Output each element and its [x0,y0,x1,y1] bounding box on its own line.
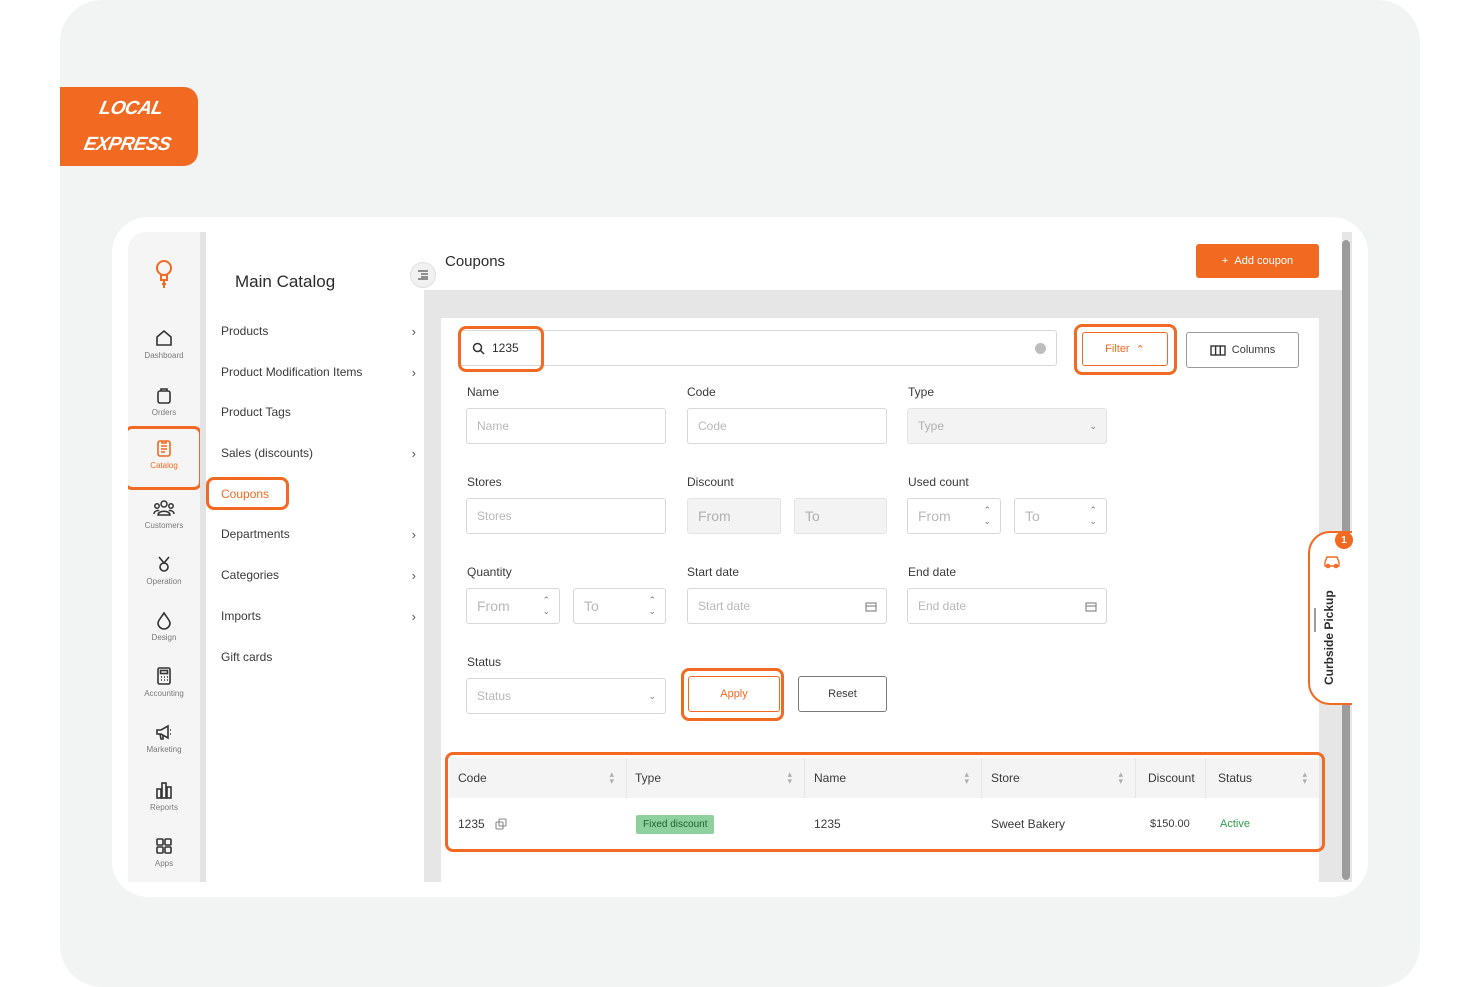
discount-from-field[interactable]: From [687,498,781,534]
collapse-menu-icon [418,270,428,280]
used-count-from-stepper[interactable]: From ⌃ ⌄ [907,498,1001,534]
rail-item-customers[interactable]: Customers [128,498,200,530]
search-input[interactable]: 1235 [459,330,1057,366]
collapse-sidenav-button[interactable] [410,262,436,288]
home-icon [156,329,172,346]
clear-search-icon[interactable] [1035,343,1046,354]
chevron-down-icon: ⌄ [648,690,656,701]
status-select[interactable]: Status ⌄ [466,678,666,714]
chevron-right-icon: › [411,445,416,461]
used-count-label: Used count [908,475,969,489]
sidenav-item-product-tags[interactable]: Product Tags [221,402,416,422]
quantity-label: Quantity [467,565,512,579]
calculator-icon [157,667,171,685]
sidenav-item-departments[interactable]: Departments › [221,524,416,544]
calendar-icon [1085,602,1097,612]
calendar-icon [865,602,877,612]
reset-button[interactable]: Reset [798,676,887,712]
page-title: Coupons [445,253,506,270]
name-field[interactable]: Name [466,408,666,444]
coupons-highlight [206,477,289,510]
brand-logo: LOCAL EXPRESS [60,87,198,166]
reports-icon [156,782,172,799]
stores-field[interactable]: Stores [466,498,666,534]
discount-label: Discount [687,475,734,489]
rail-item-apps[interactable]: Apps [128,836,200,868]
sidenav-title: Main Catalog [235,272,336,291]
catalog-sidenav: Main Catalog Products › Product Modificat… [206,232,424,882]
main-content: Coupons + Add coupon 1235 Filter ⌃ Columns… [424,232,1352,882]
page-header: Coupons + Add coupon [424,232,1342,290]
end-date-label: End date [908,565,957,579]
rail-item-accounting[interactable]: Accounting [128,666,200,698]
operation-icon [158,556,170,572]
sidenav-item-sales[interactable]: Sales (discounts) › [221,443,416,463]
chevron-right-icon: › [411,567,416,583]
coupons-panel: 1235 Filter ⌃ Columns Name Name Code Code… [441,318,1325,882]
sidenav-item-product-modification-items[interactable]: Product Modification Items › [221,362,416,382]
rail-item-dashboard[interactable]: Dashboard [128,328,200,360]
stepper-arrows-icon[interactable]: ⌃ ⌄ [542,589,550,623]
apply-highlight [681,668,784,721]
rail-item-marketing[interactable]: Marketing [128,722,200,754]
bulb-logo-icon [156,260,172,288]
curbside-label: Curbside Pickup [1322,590,1336,686]
catalog-highlight [128,426,202,490]
icon-rail: Dashboard Orders Catalog Customers Opera… [128,232,202,882]
discount-to-field[interactable]: To [794,498,887,534]
customers-icon [153,500,175,516]
curbside-pickup-tab[interactable]: 1 Curbside Pickup [1308,531,1353,705]
quantity-from-stepper[interactable]: From ⌃ ⌄ [466,588,560,624]
drag-handle[interactable] [1314,608,1316,632]
stepper-arrows-icon[interactable]: ⌃ ⌄ [648,589,656,623]
chevron-right-icon: › [411,323,416,339]
stepper-arrows-icon[interactable]: ⌃ ⌄ [1089,499,1097,533]
columns-button[interactable]: Columns [1186,332,1299,368]
admin-app: Dashboard Orders Catalog Customers Opera… [128,232,1352,882]
chevron-right-icon: › [411,608,416,624]
stepper-arrows-icon[interactable]: ⌃ ⌄ [983,499,991,533]
rail-item-orders[interactable]: Orders [128,385,200,417]
bag-icon [157,388,171,404]
type-label: Type [908,385,935,399]
sidenav-item-gift-cards[interactable]: Gift cards [221,647,416,667]
start-date-field[interactable]: Start date [687,588,887,624]
rail-item-reports[interactable]: Reports [128,780,200,812]
type-select[interactable]: Type ⌄ [907,408,1107,444]
megaphone-icon [156,724,171,740]
plus-icon: + [1221,255,1229,267]
used-count-to-stepper[interactable]: To ⌃ ⌄ [1014,498,1107,534]
notification-count-badge: 1 [1335,531,1353,549]
chevron-right-icon: › [411,364,416,380]
start-date-label: Start date [687,565,740,579]
coupons-table: Code ▴ ▾ Type ▴ ▾ Name ▴ ▾ Store ▴ ▾ Discount St… [445,752,1325,852]
sidenav-item-imports[interactable]: Imports › [221,606,416,626]
name-label: Name [467,385,500,399]
stores-label: Stores [467,475,502,489]
sidenav-item-products[interactable]: Products › [221,321,416,341]
chevron-right-icon: › [411,526,416,542]
code-label: Code [687,385,716,399]
code-field[interactable]: Code [687,408,887,444]
table-highlight [445,752,1325,852]
columns-icon [1210,344,1226,356]
chevron-down-icon: ⌄ [1089,420,1097,431]
rail-item-operation[interactable]: Operation [128,554,200,586]
filter-highlight [1074,324,1177,375]
apps-icon [156,838,172,854]
car-icon [1324,556,1340,569]
end-date-field[interactable]: End date [907,588,1107,624]
design-icon [157,611,171,630]
status-label: Status [467,655,502,669]
quantity-to-stepper[interactable]: To ⌃ ⌄ [573,588,666,624]
sidenav-item-categories[interactable]: Categories › [221,565,416,585]
add-coupon-button[interactable]: + Add coupon [1196,244,1319,278]
search-highlight [458,326,544,372]
rail-item-design[interactable]: Design [128,610,200,642]
